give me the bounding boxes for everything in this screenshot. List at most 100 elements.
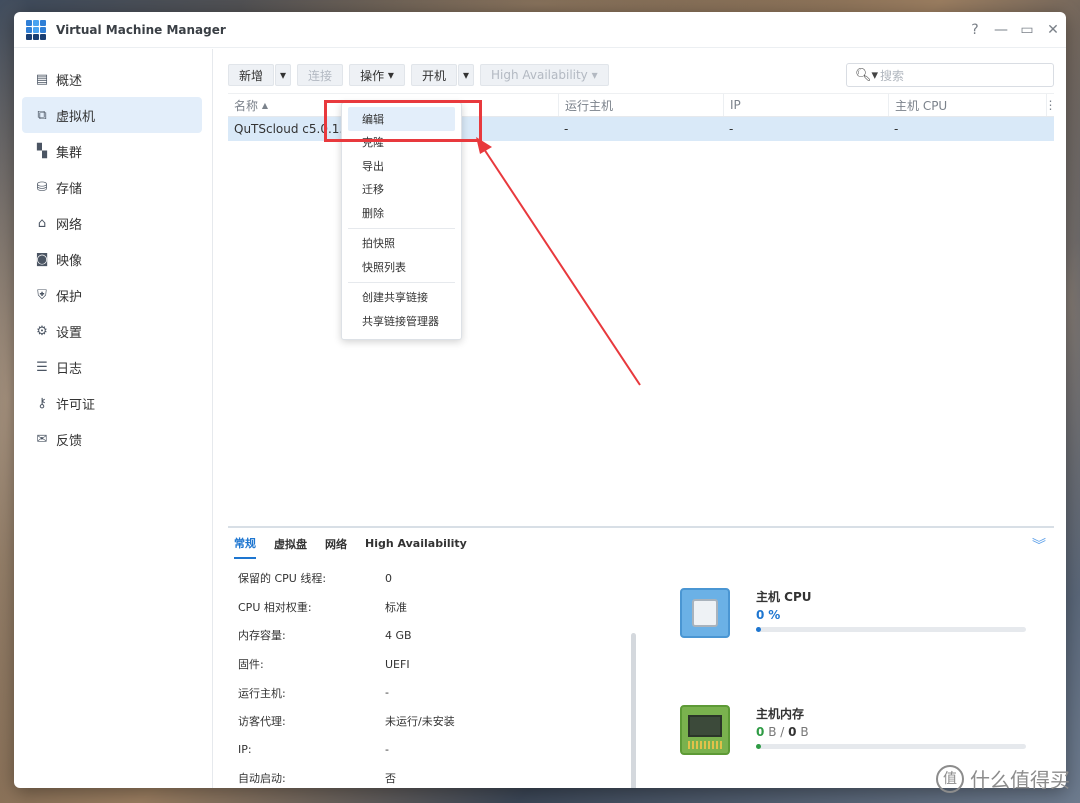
main-panel: 新增 ▾ 连接 操作 ▾ 开机 ▾ High Availability ▾ 🔍︎… <box>214 49 1066 788</box>
minimize-icon[interactable]: — <box>988 22 1014 38</box>
cluster-icon: ▚ <box>37 143 47 159</box>
sidebar-item-overview[interactable]: ▤ 概述 <box>22 61 202 97</box>
detail-scrollbar[interactable] <box>631 633 636 788</box>
property-value: - <box>385 743 389 757</box>
sidebar-item-label: 日志 <box>56 361 83 377</box>
host-cpu-stat: 主机 CPU 0 % <box>666 588 1026 648</box>
menu-item-create-share-link[interactable]: 创建共享链接 <box>342 286 461 310</box>
host-cpu-bar <box>756 627 1026 632</box>
host-memory-bar-fill <box>756 744 762 749</box>
power-dropdown-button[interactable]: ▾ <box>457 64 474 86</box>
sidebar-item-label: 集群 <box>56 145 83 161</box>
vmm-app-icon <box>26 19 46 40</box>
collapse-chevron-icon[interactable]: ︾ <box>1032 535 1046 555</box>
property-value: 标准 <box>385 600 407 614</box>
watermark-text: 什么值得买 <box>970 768 1070 792</box>
mail-icon: ✉ <box>36 431 48 447</box>
property-label: IP: <box>238 743 252 757</box>
sidebar-item-label: 映像 <box>56 253 83 269</box>
property-row: 自动启动: 否 <box>238 764 638 788</box>
search-input[interactable]: 🔍︎▾ 搜索 <box>846 63 1054 87</box>
vm-icon: ⧉ <box>37 107 47 123</box>
sidebar-item-label: 保护 <box>56 289 83 305</box>
chevron-down-icon: ▾ <box>462 68 469 82</box>
tab-high-availability[interactable]: High Availability <box>365 530 467 556</box>
property-label: 固件: <box>238 658 264 672</box>
tab-virtual-disk[interactable]: 虚拟盘 <box>274 529 307 558</box>
maximize-icon[interactable]: ▭ <box>1014 22 1040 38</box>
property-row: 固件: UEFI <box>238 650 638 679</box>
connect-button[interactable]: 连接 <box>297 64 344 86</box>
sidebar-item-network[interactable]: ⌂ 网络 <box>22 205 202 241</box>
menu-item-share-link-manager[interactable]: 共享链接管理器 <box>342 309 461 333</box>
cell-host: - <box>564 122 569 136</box>
sidebar: ▤ 概述 ⧉ 虚拟机 ▚ 集群 ⛁ 存储 ⌂ 网络 ◙ 映像 ⛨ 保护 ⚙ 设置 ☰ 日志 ⚷ 许可… <box>14 49 213 788</box>
key-icon: ⚷ <box>37 395 47 411</box>
property-label: 访客代理: <box>238 715 286 729</box>
menu-item-take-snapshot[interactable]: 拍快照 <box>342 232 461 256</box>
property-list: 保留的 CPU 线程: 0 CPU 相对权重: 标准 内存容量: 4 GB 固件: UE… <box>238 564 638 788</box>
close-icon[interactable]: ✕ <box>1040 22 1066 38</box>
sidebar-item-label: 设置 <box>56 325 83 341</box>
sidebar-item-settings[interactable]: ⚙ 设置 <box>22 313 202 349</box>
property-row: 保留的 CPU 线程: 0 <box>238 564 638 593</box>
sidebar-item-label: 反馈 <box>56 433 83 449</box>
menu-item-migrate[interactable]: 迁移 <box>342 178 461 202</box>
host-memory-value: 0 B / 0 B <box>756 725 809 739</box>
sidebar-item-vm[interactable]: ⧉ 虚拟机 <box>22 97 202 133</box>
column-header-host[interactable]: 运行主机 <box>558 94 723 116</box>
sidebar-item-label: 存储 <box>56 181 83 197</box>
host-cpu-title: 主机 CPU <box>756 590 812 604</box>
gear-icon: ⚙ <box>36 323 48 339</box>
property-label: 运行主机: <box>238 686 286 700</box>
shield-icon: ⛨ <box>37 287 47 303</box>
host-cpu-bar-fill <box>756 627 762 632</box>
action-menu-button[interactable]: 操作 ▾ <box>349 64 405 86</box>
detail-panel: 常规 虚拟盘 网络 High Availability ︾ 保留的 CPU 线程… <box>228 526 1054 788</box>
title-bar: Virtual Machine Manager ? — ▭ ✕ <box>14 12 1066 48</box>
power-on-button[interactable]: 开机 <box>410 64 457 86</box>
property-row: CPU 相对权重: 标准 <box>238 593 638 622</box>
column-header-cpu[interactable]: 主机 CPU <box>888 94 1046 116</box>
log-icon: ☰ <box>36 359 48 375</box>
search-placeholder: 搜索 <box>880 68 905 83</box>
cpu-icon <box>680 588 730 638</box>
ha-menu-button[interactable]: High Availability ▾ <box>479 64 609 86</box>
search-icon: 🔍︎▾ <box>855 67 879 83</box>
host-memory-bar <box>756 744 1026 749</box>
toolbar: 新增 ▾ 连接 操作 ▾ 开机 ▾ High Availability ▾ 🔍︎… <box>228 63 1054 87</box>
annotation-highlight-box <box>324 100 482 142</box>
property-row: IP: - <box>238 736 638 765</box>
tab-network[interactable]: 网络 <box>325 529 347 558</box>
chevron-down-icon: ▾ <box>387 68 394 82</box>
property-value: UEFI <box>385 657 410 671</box>
sidebar-item-image[interactable]: ◙ 映像 <box>22 241 202 277</box>
new-button[interactable]: 新增 <box>228 64 275 86</box>
sidebar-item-license[interactable]: ⚷ 许可证 <box>22 385 202 421</box>
menu-item-snapshot-list[interactable]: 快照列表 <box>342 255 461 279</box>
detail-tabs: 常规 虚拟盘 网络 High Availability <box>228 528 1054 559</box>
host-memory-stat: 主机内存 0 B / 0 B <box>666 705 1026 765</box>
property-label: 保留的 CPU 线程: <box>238 572 327 586</box>
sidebar-item-storage[interactable]: ⛁ 存储 <box>22 169 202 205</box>
column-menu-icon[interactable]: ⋮ <box>1045 94 1057 116</box>
property-label: 自动启动: <box>238 772 286 786</box>
menu-item-delete[interactable]: 删除 <box>342 201 461 225</box>
tab-general[interactable]: 常规 <box>234 528 256 559</box>
image-icon: ◙ <box>35 251 49 267</box>
sort-asc-icon: ▲ <box>261 100 268 110</box>
new-dropdown-button[interactable]: ▾ <box>275 64 292 86</box>
sidebar-item-protection[interactable]: ⛨ 保护 <box>22 277 202 313</box>
sidebar-item-feedback[interactable]: ✉ 反馈 <box>22 421 202 457</box>
chevron-down-icon: ▾ <box>591 68 598 82</box>
cell-ip: - <box>729 122 734 136</box>
help-icon[interactable]: ? <box>962 22 988 38</box>
sidebar-item-log[interactable]: ☰ 日志 <box>22 349 202 385</box>
column-header-ip[interactable]: IP <box>723 94 888 116</box>
sidebar-item-label: 概述 <box>56 73 83 89</box>
menu-item-export[interactable]: 导出 <box>342 154 461 178</box>
sidebar-item-cluster[interactable]: ▚ 集群 <box>22 133 202 169</box>
action-menu-label: 操作 <box>360 68 385 83</box>
property-value: 4 GB <box>385 628 412 642</box>
host-cpu-value: 0 % <box>756 608 781 622</box>
